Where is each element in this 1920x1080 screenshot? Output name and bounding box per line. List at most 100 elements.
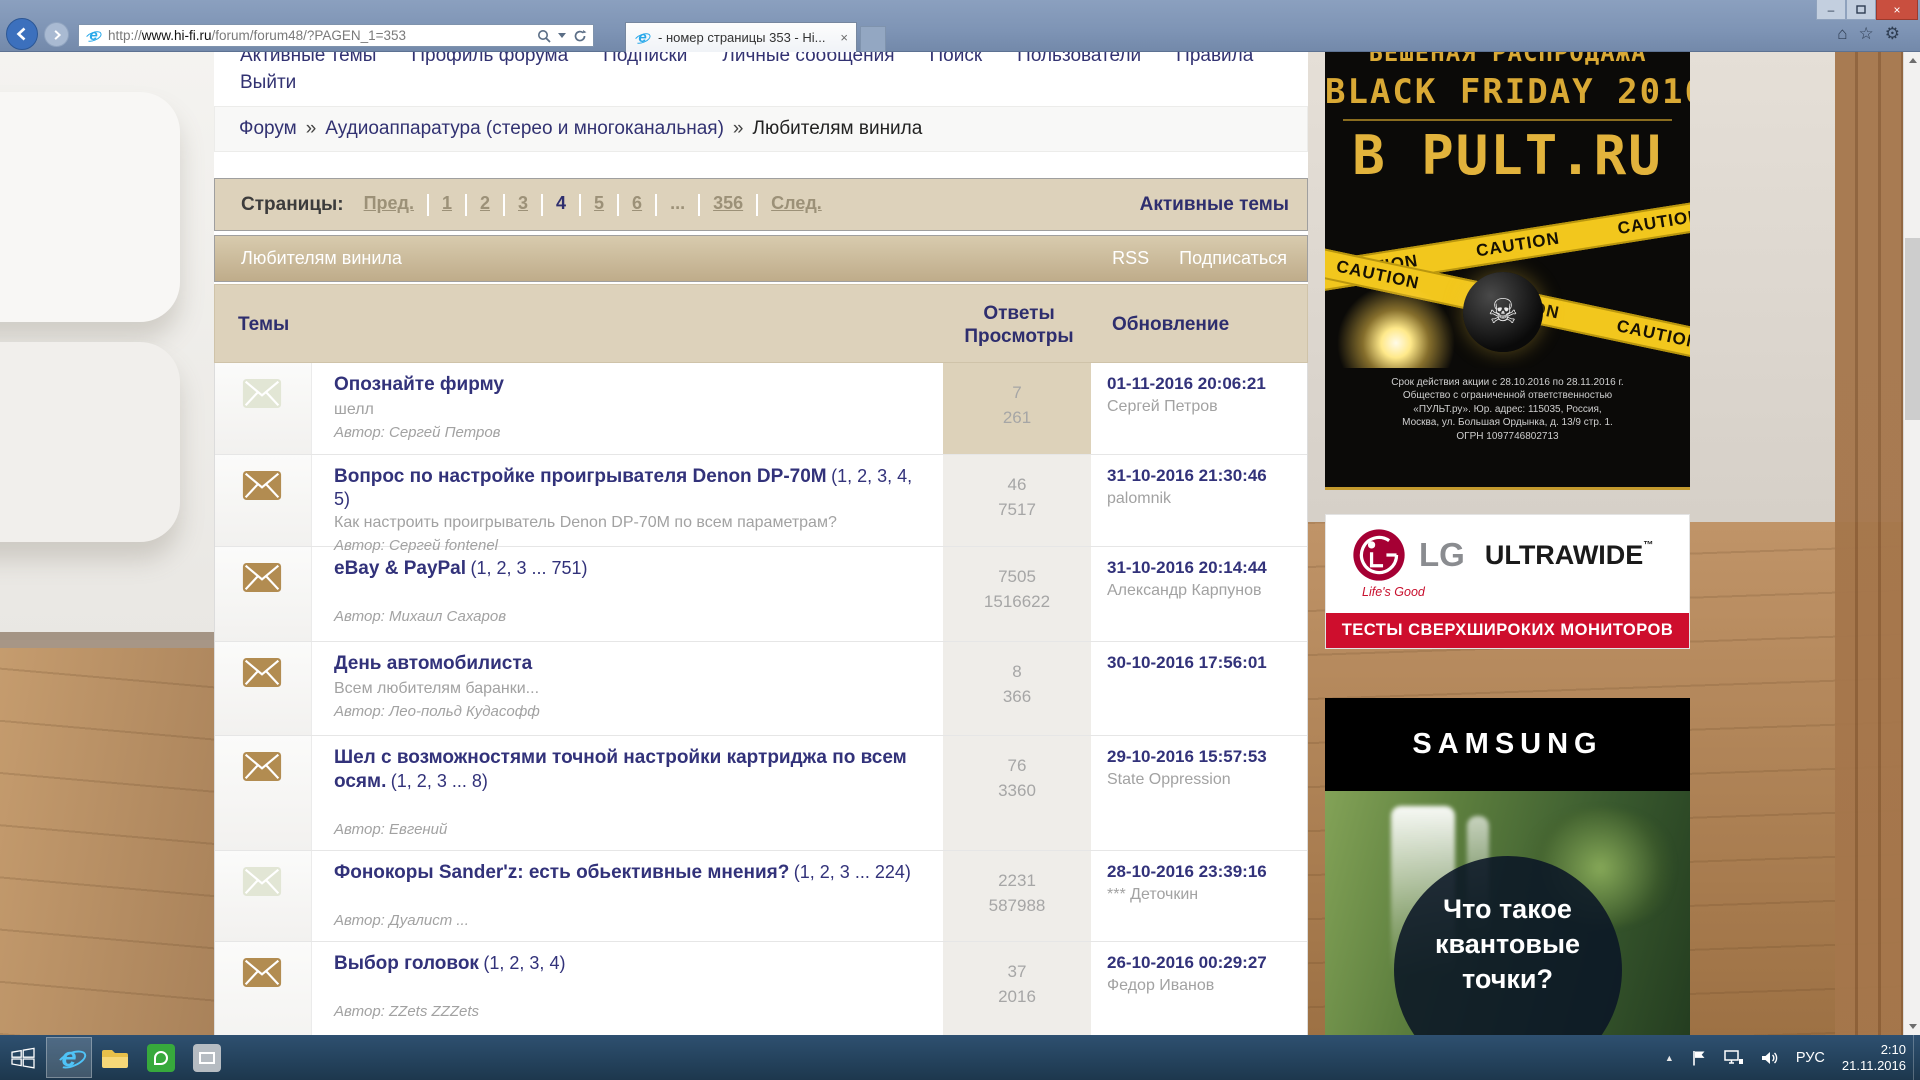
topic-title-link[interactable]: День автомобилиста: [334, 653, 532, 674]
lg-logo-icon: [1352, 528, 1406, 582]
volume-icon[interactable]: [1761, 1050, 1779, 1066]
window-controls: – ×: [1816, 0, 1918, 20]
subscribe-link[interactable]: Подписаться: [1179, 248, 1287, 269]
samsung-quantum-ad-banner[interactable]: SAMSUNG Что такоеквантовыеточки?: [1325, 698, 1690, 1035]
taskbar-clock[interactable]: 2:10 21.11.2016: [1842, 1042, 1906, 1074]
envelope-icon: [242, 470, 282, 501]
topnav-link[interactable]: Активные темы: [240, 52, 376, 69]
last-post-user: [1107, 677, 1307, 697]
new-tab-button[interactable]: [860, 26, 886, 52]
page-link[interactable]: 6: [632, 193, 642, 213]
language-indicator[interactable]: РУС: [1796, 1050, 1825, 1066]
page-link[interactable]: 1: [442, 193, 452, 213]
topic-icon-cell: [215, 851, 312, 941]
topic-update-cell: 29-10-2016 15:57:53 State Oppression: [1091, 736, 1307, 850]
address-bar[interactable]: e http://www.hi-fi.ru/forum/forum48/?PAG…: [78, 24, 594, 47]
tab-close-icon[interactable]: ×: [840, 30, 848, 45]
page-link[interactable]: Пред.: [364, 193, 414, 213]
table-row: eBay & PayPal (1, 2, 3 ... 751) Автор: М…: [215, 547, 1307, 642]
breadcrumb-link-section[interactable]: Аудиоаппаратура (стерео и многоканальная…: [325, 118, 724, 140]
page-link[interactable]: 5: [594, 193, 604, 213]
topic-title-link[interactable]: eBay & PayPal: [334, 558, 466, 579]
topic-description: Всем любителям баранки...: [334, 677, 925, 701]
forward-button[interactable]: [44, 22, 69, 47]
browser-tab[interactable]: e - номер страницы 353 - Hi... ×: [625, 22, 857, 52]
pult-blackfriday-text: BLACK FRIDAY 2016: [1325, 72, 1690, 112]
settings-gear-icon[interactable]: ⚙: [1885, 24, 1900, 44]
taskbar-gray-app-button[interactable]: [184, 1037, 230, 1078]
pult-brand-text: В PULT.RU: [1325, 128, 1690, 185]
action-center-flag-icon[interactable]: [1691, 1049, 1707, 1067]
topic-stats-cell: 7 261: [943, 363, 1091, 454]
last-post-date: 31-10-2016 21:30:46: [1107, 466, 1307, 486]
green-app-icon: [147, 1044, 175, 1072]
topic-title-link[interactable]: Выбор головок: [334, 953, 479, 974]
lg-banner-text: ТЕСТЫ СВЕРХШИРОКИХ МОНИТОРОВ: [1326, 613, 1689, 648]
pult-legal-text: Срок действия акции с 28.10.2016 по 28.1…: [1325, 376, 1690, 444]
taskbar-explorer-button[interactable]: [92, 1037, 138, 1078]
minimize-button[interactable]: –: [1816, 0, 1846, 20]
topic-icon-cell: [215, 942, 312, 1035]
taskbar-green-app-button[interactable]: [138, 1037, 184, 1078]
table-row: День автомобилиста Всем любителям баранк…: [215, 642, 1307, 736]
topnav-link[interactable]: Пользователи: [1017, 52, 1141, 69]
legal-line: ОГРН 1097746802713: [1325, 430, 1690, 444]
bomb-skull-icon: ☠: [1463, 272, 1543, 352]
page-link[interactable]: 356: [713, 193, 743, 213]
pult-blackfriday-ad-banner[interactable]: БЕШЕНАЯ РАСПРОДАЖА BLACK FRIDAY 2016 В P…: [1325, 52, 1690, 490]
page-link[interactable]: След.: [771, 193, 822, 213]
favorites-star-icon[interactable]: ☆: [1859, 24, 1874, 44]
topic-pages-links[interactable]: (1, 2, 3, 4): [483, 953, 565, 973]
topic-pages-links[interactable]: (1, 2, 3 ... 751): [470, 558, 587, 578]
logout-link[interactable]: Выйти: [240, 72, 296, 94]
page-link[interactable]: 3: [518, 193, 528, 213]
page-scrollbar[interactable]: [1903, 52, 1920, 1035]
scroll-down-arrow[interactable]: [1904, 1018, 1920, 1035]
pagination-separator: [503, 194, 505, 216]
maximize-button[interactable]: [1846, 0, 1876, 20]
topnav-link[interactable]: Подписки: [603, 52, 687, 69]
topnav-link[interactable]: Поиск: [930, 52, 983, 69]
breadcrumb-link-forum[interactable]: Форум: [239, 118, 297, 140]
table-row: Вопрос по настройке проигрывателя Denon …: [215, 455, 1307, 547]
page-link[interactable]: 2: [480, 193, 490, 213]
replies-count: 76: [943, 753, 1091, 778]
topic-title-link[interactable]: Фонокоры Sander'z: есть обьективные мнен…: [334, 862, 789, 883]
show-desktop-button[interactable]: [1913, 1035, 1920, 1080]
home-icon[interactable]: ⌂: [1837, 24, 1847, 44]
envelope-icon: [242, 957, 282, 988]
taskbar-ie-button[interactable]: e: [46, 1037, 92, 1078]
topic-cell: Фонокоры Sander'z: есть обьективные мнен…: [312, 851, 943, 941]
rss-link[interactable]: RSS: [1112, 248, 1149, 269]
page-viewport: Активные темы Профиль форума Подписки Личны…: [0, 52, 1920, 1035]
lg-ultrawide-ad-banner[interactable]: LG ULTRAWIDE™ Life's Good ТЕСТЫ СВЕРХШИР…: [1325, 514, 1690, 649]
network-icon[interactable]: [1724, 1050, 1744, 1066]
topic-title-link[interactable]: Вопрос по настройке проигрывателя Denon …: [334, 466, 827, 487]
last-post-user: Федор Иванов: [1107, 977, 1307, 997]
topnav-link[interactable]: Профиль форума: [411, 52, 568, 69]
back-button[interactable]: [6, 18, 38, 50]
topnav-link[interactable]: Личные сообщения: [722, 52, 894, 69]
active-topics-link[interactable]: Активные темы: [1140, 194, 1289, 216]
close-button[interactable]: ×: [1876, 0, 1918, 20]
views-count: 261: [943, 405, 1091, 430]
system-tray: ▲ РУС 2:10 21.11.2016: [1665, 1042, 1920, 1074]
scrollbar-thumb[interactable]: [1905, 238, 1920, 420]
replies-count: 46: [943, 472, 1091, 497]
search-icon[interactable]: [537, 29, 551, 43]
tray-expand-icon[interactable]: ▲: [1665, 1053, 1674, 1063]
chevron-down-icon[interactable]: [558, 33, 566, 38]
legal-line: Общество с ограниченной ответственностью: [1325, 389, 1690, 403]
topic-pages-links[interactable]: (1, 2, 3 ... 8): [391, 771, 488, 791]
scroll-up-arrow[interactable]: [1904, 52, 1920, 69]
legal-line: Москва, ул. Большая Ордынка, д. 13/9 стр…: [1325, 416, 1690, 430]
topic-title-link[interactable]: Опознайте фирму: [334, 374, 504, 395]
topic-stats-cell: 37 2016: [943, 942, 1091, 1035]
browser-chrome: – × e http://www.hi-fi.ru/forum/forum48/…: [0, 0, 1920, 52]
start-button[interactable]: [0, 1037, 46, 1078]
page-favicon-icon: e: [85, 27, 102, 44]
refresh-icon[interactable]: [573, 29, 587, 43]
topnav-link[interactable]: Правила: [1176, 52, 1253, 69]
lg-wordmark: LG: [1419, 536, 1465, 574]
topic-pages-links[interactable]: (1, 2, 3 ... 224): [794, 862, 911, 882]
